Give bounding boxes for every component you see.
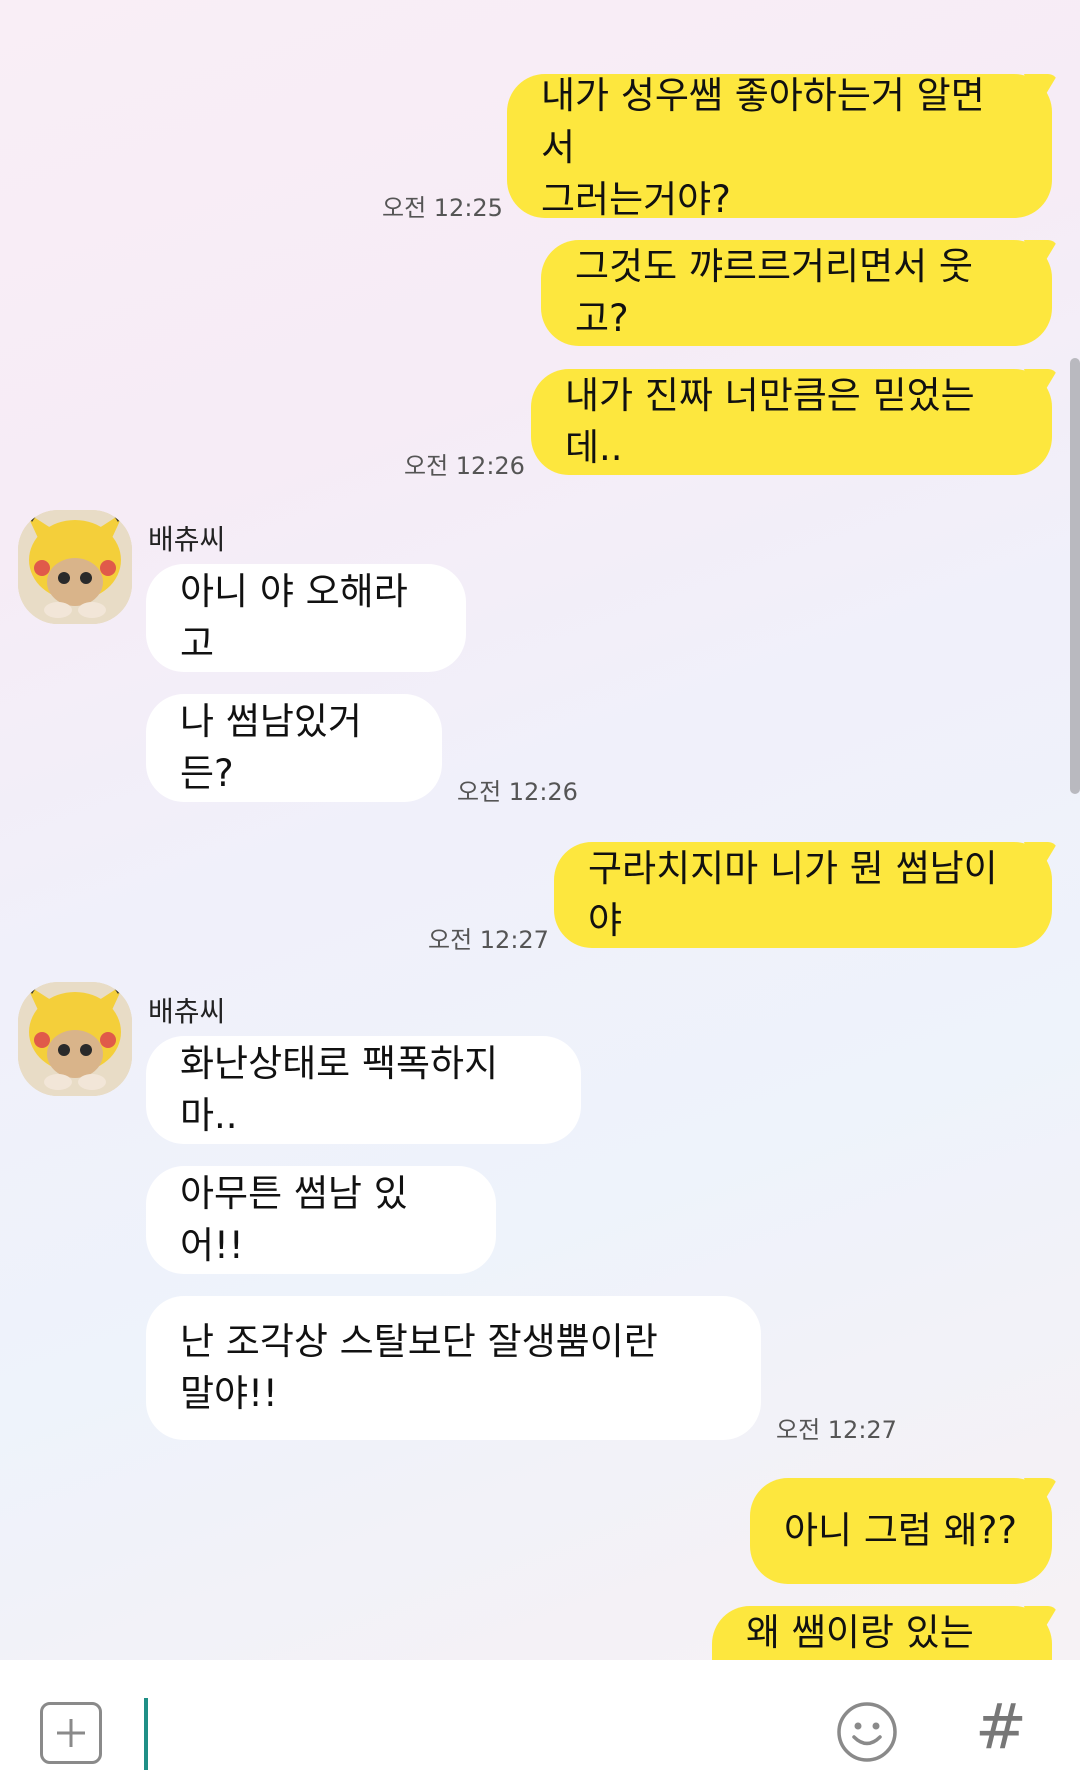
their-message-bubble[interactable]: 난 조각상 스탈보단 잘생뿜이란 말야!!: [146, 1296, 761, 1440]
my-message-bubble[interactable]: 아니 그럼 왜??: [750, 1478, 1052, 1584]
pikachu-cat-avatar-icon: [18, 982, 132, 1096]
message-text: 나 썸남있거든?: [180, 700, 362, 795]
message-text: 내가 성우쌤 좋아하는거 알면서 그러는거야?: [541, 74, 985, 221]
message-text: 그것도 꺄르르거리면서 웃고?: [575, 245, 973, 340]
message-text: 왜 쌤이랑 있는데?: [746, 1611, 974, 1654]
message-time: 오전 12:26: [404, 452, 525, 480]
message-text: 아니 그럼 왜??: [784, 1509, 1017, 1552]
message-input[interactable]: [150, 1690, 794, 1772]
message-text: 내가 진짜 너만큼은 믿었는데..: [565, 374, 975, 469]
message-text: 아니 야 오해라고: [180, 570, 408, 665]
message-time: 오전 12:27: [776, 1416, 897, 1444]
their-message-bubble[interactable]: 아무튼 썸남 있어!!: [146, 1166, 496, 1274]
message-text: 구라치지마 니가 뭔 썸남이야: [588, 847, 998, 942]
plus-icon: [57, 1719, 85, 1747]
message-text: 화난상태로 팩폭하지마..: [180, 1042, 499, 1137]
text-cursor: [144, 1698, 148, 1770]
my-message-bubble[interactable]: 내가 진짜 너만큼은 믿었는데..: [531, 369, 1052, 475]
their-message-bubble[interactable]: 아니 야 오해라고: [146, 564, 466, 672]
chat-area[interactable]: 내가 성우쌤 좋아하는거 알면서 그러는거야? 오전 12:25 그것도 꺄르르…: [0, 0, 1080, 1660]
my-message-bubble[interactable]: 내가 성우쌤 좋아하는거 알면서 그러는거야?: [507, 74, 1052, 221]
their-message-bubble[interactable]: 나 썸남있거든?: [146, 694, 442, 802]
my-message-bubble[interactable]: 구라치지마 니가 뭔 썸남이야: [554, 842, 1052, 948]
contact-avatar[interactable]: [18, 510, 132, 624]
message-input-bar: #: [0, 1660, 1080, 1786]
hash-button[interactable]: #: [975, 1690, 1027, 1763]
scrollbar[interactable]: [1070, 358, 1080, 794]
my-message-bubble[interactable]: 그것도 꺄르르거리면서 웃고?: [541, 240, 1052, 346]
contact-avatar[interactable]: [18, 982, 132, 1096]
message-time: 오전 12:27: [428, 926, 549, 954]
message-text: 난 조각상 스탈보단 잘생뿜이란 말야!!: [180, 1320, 658, 1415]
message-time: 오전 12:25: [382, 194, 503, 222]
contact-name: 배츄씨: [148, 995, 226, 1028]
message-time: 오전 12:26: [457, 778, 578, 806]
pikachu-cat-avatar-icon: [18, 510, 132, 624]
smiley-icon: [837, 1702, 897, 1762]
contact-name: 배츄씨: [148, 523, 226, 556]
message-text: 아무튼 썸남 있어!!: [180, 1172, 408, 1267]
hash-icon: #: [975, 1690, 1027, 1763]
add-button[interactable]: [40, 1702, 102, 1764]
their-message-bubble[interactable]: 화난상태로 팩폭하지마..: [146, 1036, 581, 1144]
my-message-bubble[interactable]: 왜 쌤이랑 있는데?: [712, 1606, 1052, 1660]
emoji-button[interactable]: [835, 1700, 899, 1764]
